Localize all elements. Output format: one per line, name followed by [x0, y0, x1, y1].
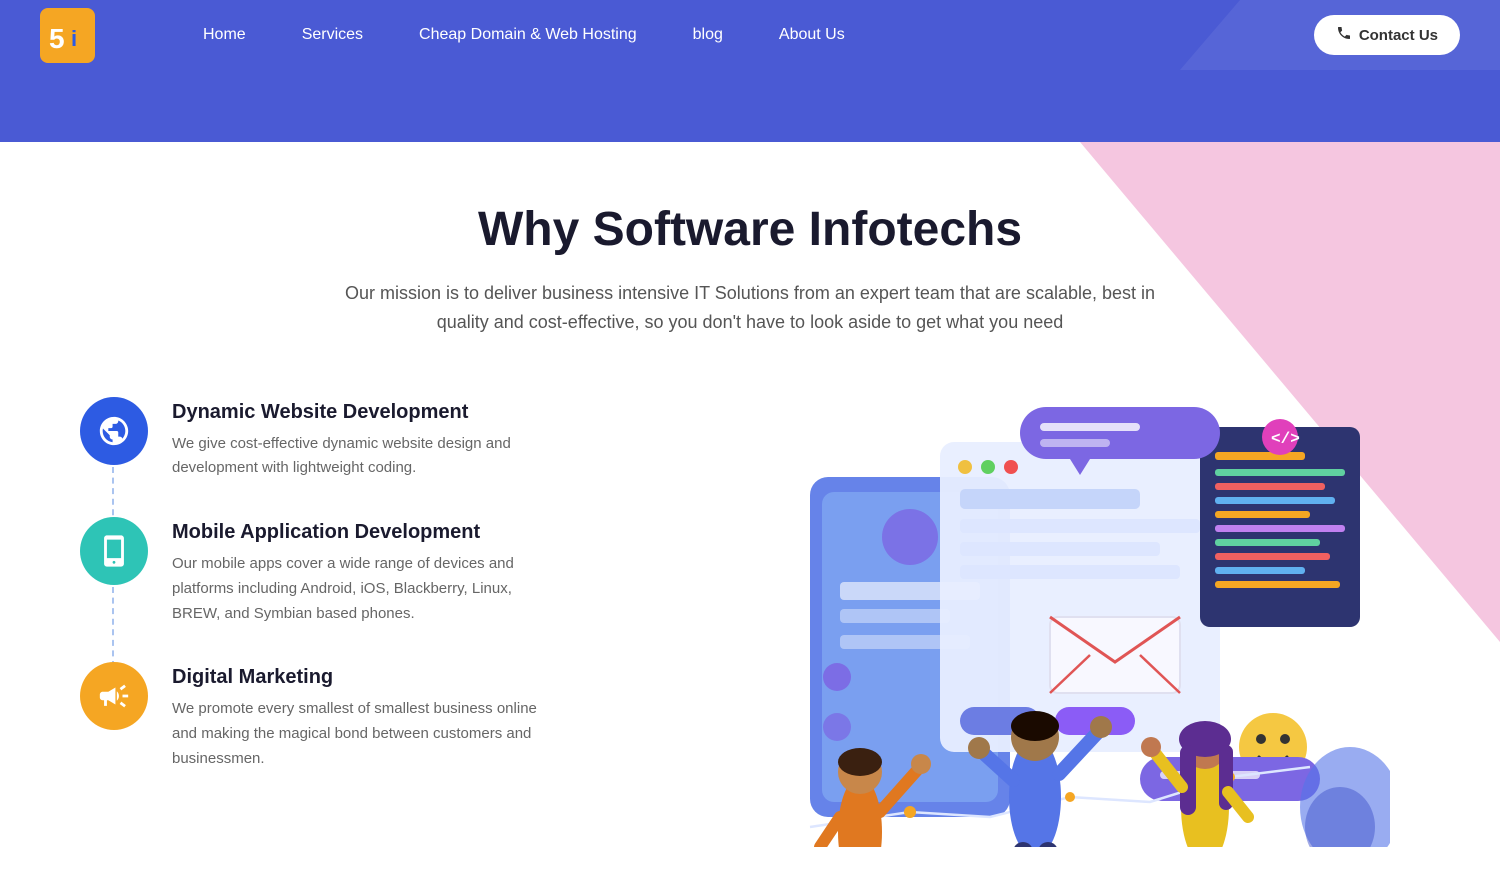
features-column: Dynamic Website Development We give cost… [80, 397, 660, 808]
feature-digital-marketing-desc: We promote every smallest of smallest bu… [172, 697, 552, 771]
section-subtitle: Our mission is to deliver business inten… [320, 279, 1180, 337]
feature-digital-marketing: Digital Marketing We promote every small… [80, 662, 660, 771]
nav-hosting[interactable]: Cheap Domain & Web Hosting [391, 26, 665, 44]
feature-mobile-dev-title: Mobile Application Development [172, 521, 552, 544]
hero-illustration: </> [710, 397, 1390, 847]
feature-digital-marketing-text: Digital Marketing We promote every small… [172, 662, 552, 771]
two-col-layout: Dynamic Website Development We give cost… [0, 367, 1500, 887]
feature-web-dev-title: Dynamic Website Development [172, 401, 552, 424]
section-title: Why Software Infotechs [40, 202, 1460, 257]
feature-icon-globe [80, 397, 148, 465]
illustration-column: </> [660, 397, 1440, 847]
svg-text:</>: </> [1271, 430, 1300, 448]
feature-icon-mobile [80, 517, 148, 585]
nav-links: Home Services Cheap Domain & Web Hosting… [175, 26, 1314, 44]
nav-services[interactable]: Services [274, 26, 391, 44]
feature-icon-megaphone [80, 662, 148, 730]
feature-web-dev-text: Dynamic Website Development We give cost… [172, 397, 552, 482]
feature-mobile-dev-desc: Our mobile apps cover a wide range of de… [172, 552, 552, 626]
nav-home[interactable]: Home [175, 26, 274, 44]
contact-button[interactable]: Contact Us [1314, 15, 1460, 55]
hero-band [0, 70, 1500, 142]
logo[interactable]: 5 i [40, 8, 135, 63]
nav-blog[interactable]: blog [665, 26, 751, 44]
feature-digital-marketing-title: Digital Marketing [172, 666, 552, 689]
contact-button-label: Contact Us [1359, 27, 1438, 44]
phone-icon [1336, 25, 1352, 45]
feature-mobile-dev: Mobile Application Development Our mobil… [80, 517, 660, 626]
nav-about[interactable]: About Us [751, 26, 873, 44]
navbar: 5 i Home Services Cheap Domain & Web Hos… [0, 0, 1500, 70]
feature-web-dev: Dynamic Website Development We give cost… [80, 397, 660, 482]
svg-text:5: 5 [49, 23, 65, 54]
feature-mobile-dev-text: Mobile Application Development Our mobil… [172, 517, 552, 626]
svg-text:i: i [71, 26, 77, 51]
feature-web-dev-desc: We give cost-effective dynamic website d… [172, 432, 552, 482]
main-content: Why Software Infotechs Our mission is to… [0, 142, 1500, 887]
section-header: Why Software Infotechs Our mission is to… [0, 142, 1500, 367]
